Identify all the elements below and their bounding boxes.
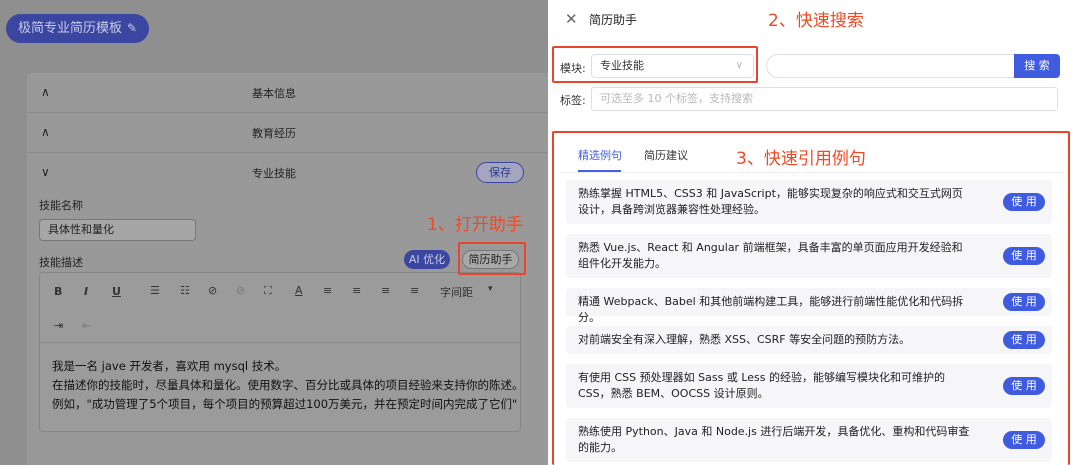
search-input[interactable] xyxy=(766,54,1016,78)
ai-optimize-button[interactable]: AI 优化 xyxy=(404,250,450,269)
align-center-icon[interactable]: ≡ xyxy=(352,284,361,297)
annotation-step2: 2、快速搜索 xyxy=(768,11,864,31)
line-spacing-select[interactable]: 字间距 xyxy=(440,284,473,300)
chevron-down-icon: ∨ xyxy=(41,165,50,179)
align-left-icon[interactable]: ≡ xyxy=(323,284,332,297)
example-card: 熟悉 Vue.js、React 和 Angular 前端框架，具备丰富的单页面应… xyxy=(566,234,1052,278)
link-icon[interactable]: ⊘ xyxy=(208,284,217,297)
editor-content[interactable]: 我是一名 jave 开发者，喜欢用 mysql 技术。 在描述你的技能时，尽量具… xyxy=(52,357,524,414)
tags-input[interactable]: 可选至多 10 个标签，支持搜索 xyxy=(591,87,1058,111)
editor-toolbar: B I U ☰ ☷ ⊘ ⊘ ⛶ A ≡ ≡ ≡ ≡ 字间距 ▾ ⇥ ⇤ xyxy=(40,273,520,343)
resume-helper-drawer: ✕ 简历助手 2、快速搜索 模块: 专业技能 ∨ 搜 索 标签: 可选至多 10… xyxy=(548,0,1080,465)
use-button[interactable]: 使 用 xyxy=(1003,377,1045,395)
justify-icon[interactable]: ≡ xyxy=(410,284,419,297)
use-button[interactable]: 使 用 xyxy=(1003,193,1045,211)
numbered-list-icon[interactable]: ☷ xyxy=(180,284,190,297)
skill-name-label: 技能名称 xyxy=(39,199,83,212)
section-label: 专业技能 xyxy=(252,167,296,180)
tab-resume-tips[interactable]: 简历建议 xyxy=(644,147,688,163)
section-basic-info[interactable]: ∧ 基本信息 xyxy=(27,73,548,113)
code-icon[interactable]: ⛶ xyxy=(264,284,272,298)
font-color-icon[interactable]: A xyxy=(295,284,303,297)
annotation-step3: 3、快速引用例句 xyxy=(736,149,866,169)
rich-text-editor: B I U ☰ ☷ ⊘ ⊘ ⛶ A ≡ ≡ ≡ ≡ 字间距 ▾ ⇥ ⇤ 我是一名… xyxy=(39,272,524,432)
skill-name-input[interactable]: 具体性和量化 xyxy=(39,219,196,241)
example-text: 对前端安全有深入理解，熟悉 XSS、CSRF 等安全问题的预防方法。 xyxy=(578,333,911,346)
use-button[interactable]: 使 用 xyxy=(1003,431,1045,449)
content-line: 我是一名 jave 开发者，喜欢用 mysql 技术。 xyxy=(52,359,287,373)
indent-icon[interactable]: ⇥ xyxy=(54,319,63,332)
skill-desc-label: 技能描述 xyxy=(39,256,83,269)
chevron-up-icon: ∧ xyxy=(41,125,50,139)
section-label: 教育经历 xyxy=(252,127,296,140)
example-text: 有使用 CSS 预处理器如 Sass 或 Less 的经验，能够编写模块化和可维… xyxy=(578,371,945,400)
use-button[interactable]: 使 用 xyxy=(1003,247,1045,265)
section-label: 基本信息 xyxy=(252,87,296,100)
drawer-title: 简历助手 xyxy=(589,13,638,27)
resume-title[interactable]: 极简专业简历模板 ✎ xyxy=(6,14,150,43)
search-button[interactable]: 搜 索 xyxy=(1014,54,1060,78)
tab-active-indicator xyxy=(578,170,621,172)
tab-featured-examples[interactable]: 精选例句 xyxy=(578,147,622,163)
example-card: 熟练使用 Python、Java 和 Node.js 进行后端开发，具备优化、重… xyxy=(566,418,1052,462)
editor-area: 极简专业简历模板 ✎ ∧ 基本信息 ∧ 教育经历 ∨ 专业技能 保存 技能名称 具… xyxy=(0,0,548,465)
tab-divider xyxy=(560,172,1064,173)
section-education[interactable]: ∧ 教育经历 xyxy=(27,113,548,153)
example-card: 对前端安全有深入理解，熟悉 XSS、CSRF 等安全问题的预防方法。 使 用 xyxy=(566,326,1052,354)
save-button[interactable]: 保存 xyxy=(476,162,524,183)
bullet-list-icon[interactable]: ☰ xyxy=(150,284,160,297)
outdent-icon[interactable]: ⇤ xyxy=(82,319,91,332)
italic-button[interactable]: I xyxy=(84,285,88,298)
edit-icon[interactable]: ✎ xyxy=(127,21,137,35)
example-text: 精通 Webpack、Babel 和其他前端构建工具，能够进行前端性能优化和代码… xyxy=(578,295,964,324)
resume-title-text: 极简专业简历模板 xyxy=(18,21,123,36)
chevron-up-icon: ∧ xyxy=(41,85,50,99)
content-line: 在描述你的技能时，尽量具体和量化。使用数字、百分比或具体的项目经验来支持你的陈述… xyxy=(52,378,524,392)
example-text: 熟练掌握 HTML5、CSS3 和 JavaScript，能够实现复杂的响应式和… xyxy=(578,187,963,216)
example-text: 熟悉 Vue.js、React 和 Angular 前端框架，具备丰富的单页面应… xyxy=(578,241,963,270)
align-right-icon[interactable]: ≡ xyxy=(381,284,390,297)
annotation-step1: 1、打开助手 xyxy=(427,215,523,235)
chevron-down-icon[interactable]: ▾ xyxy=(488,284,493,294)
content-line: 例如，"成功管理了5个项目，每个项目的预算超过100万美元，并在预定时间内完成了… xyxy=(52,397,518,411)
section-skills[interactable]: ∨ 专业技能 保存 xyxy=(27,153,548,193)
close-icon[interactable]: ✕ xyxy=(565,10,578,28)
underline-button[interactable]: U xyxy=(112,285,121,298)
example-text: 熟练使用 Python、Java 和 Node.js 进行后端开发，具备优化、重… xyxy=(578,425,970,454)
use-button[interactable]: 使 用 xyxy=(1003,293,1045,311)
tags-label: 标签: xyxy=(560,94,586,107)
example-card: 精通 Webpack、Babel 和其他前端构建工具，能够进行前端性能优化和代码… xyxy=(566,288,1052,324)
unlink-icon[interactable]: ⊘ xyxy=(236,284,245,297)
example-card: 有使用 CSS 预处理器如 Sass 或 Less 的经验，能够编写模块化和可维… xyxy=(566,364,1052,408)
annotation-box-helper xyxy=(458,242,526,275)
example-card: 熟练掌握 HTML5、CSS3 和 JavaScript，能够实现复杂的响应式和… xyxy=(566,180,1052,224)
use-button[interactable]: 使 用 xyxy=(1003,331,1045,349)
annotation-box-search xyxy=(552,46,758,83)
bold-button[interactable]: B xyxy=(54,285,62,298)
